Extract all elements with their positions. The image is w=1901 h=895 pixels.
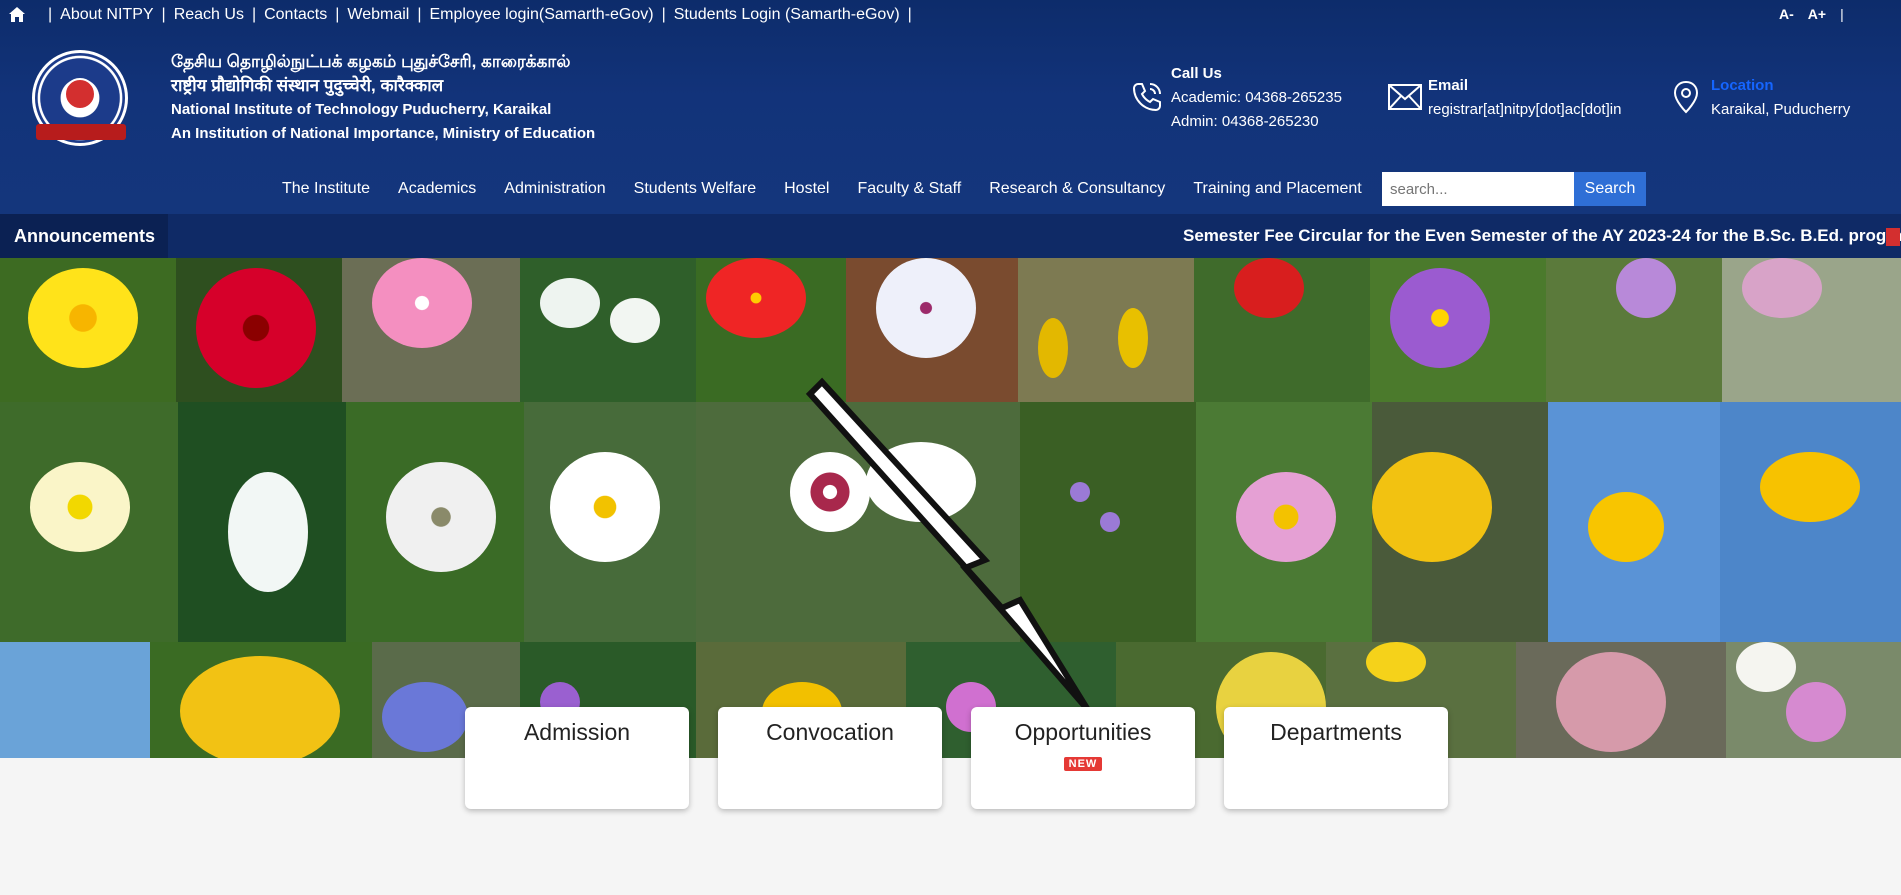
collage-tile [1516, 642, 1726, 758]
link-reach-us[interactable]: Reach Us [174, 6, 244, 24]
nav-faculty-staff[interactable]: Faculty & Staff [857, 180, 961, 198]
collage-tile [342, 258, 520, 402]
collage-tile [1194, 258, 1370, 402]
new-badge: NEW [1063, 757, 1103, 771]
location-pin-icon [1673, 80, 1699, 114]
nav-the-institute[interactable]: The Institute [282, 180, 370, 198]
collage-tile [1196, 402, 1372, 642]
collage-tile [0, 642, 150, 758]
collage-tile [1546, 258, 1722, 402]
institute-name-tamil: தேசிய தொழில்நுட்பக் கழகம் புதுச்சேரி, கா… [171, 52, 571, 71]
opportunities-card-label: Opportunities [1014, 719, 1152, 745]
nav-students-welfare[interactable]: Students Welfare [634, 180, 756, 198]
location-block: Location Karaikal, Puducherry [1711, 74, 1850, 122]
logo-ribbon [36, 124, 126, 140]
site-header: | About NITPY | Reach Us | Contacts | We… [0, 0, 1901, 214]
home-icon[interactable] [8, 6, 26, 23]
admission-card-label: Admission [523, 719, 631, 745]
font-increase-button[interactable]: A+ [1808, 6, 1826, 22]
call-us-title: Call Us [1171, 65, 1222, 82]
search-input[interactable] [1382, 172, 1574, 206]
phone-icon [1132, 83, 1161, 112]
collage-tile [176, 258, 342, 402]
link-contacts[interactable]: Contacts [264, 6, 327, 24]
collage-tile [1372, 402, 1548, 642]
collage-tile [520, 258, 696, 402]
logo-emblem [64, 78, 96, 110]
collage-tile [524, 402, 696, 642]
collage-tile [1548, 402, 1720, 642]
academic-phone[interactable]: Academic: 04368-265235 [1171, 86, 1342, 110]
convocation-card[interactable]: Convocation [718, 707, 942, 809]
collage-tile [0, 402, 178, 642]
email-block: Email registrar[at]nitpy[dot]ac[dot]in [1428, 74, 1621, 122]
convocation-card-label: Convocation [766, 719, 894, 745]
institute-name-hindi: राष्ट्रीय प्रौद्योगिकी संस्थान पुदुच्चेर… [171, 76, 444, 95]
email-icon [1388, 84, 1422, 110]
nav-hostel[interactable]: Hostel [784, 180, 829, 198]
opportunities-card[interactable]: Opportunities NEW [971, 707, 1195, 809]
collage-tile [346, 402, 524, 642]
nav-training-placement[interactable]: Training and Placement [1193, 180, 1361, 198]
link-students-login[interactable]: Students Login (Samarth-eGov) [674, 6, 900, 24]
collage-tile [178, 402, 346, 642]
collage-tile [1370, 258, 1546, 402]
collage-tile [1720, 402, 1901, 642]
top-links: | About NITPY | Reach Us | Contacts | We… [48, 6, 912, 24]
email-address[interactable]: registrar[at]nitpy[dot]ac[dot]in [1428, 98, 1621, 122]
announcement-ticker-text[interactable]: Semester Fee Circular for the Even Semes… [1183, 226, 1901, 246]
collage-tile [1726, 642, 1901, 758]
admin-phone[interactable]: Admin: 04368-265230 [1171, 110, 1342, 134]
institute-name-english: National Institute of Technology Puduche… [171, 101, 552, 118]
announcement-new-badge [1886, 228, 1900, 246]
announcement-bar: Announcements Semester Fee Circular for … [0, 214, 1901, 258]
location-title[interactable]: Location [1711, 74, 1850, 98]
collage-tile [0, 258, 176, 402]
announcements-label: Announcements [0, 214, 168, 258]
nav-research-consultancy[interactable]: Research & Consultancy [989, 180, 1165, 198]
institute-names: தேசிய தொழில்நுட்பக் கழகம் புதுச்சேரி, கா… [171, 50, 595, 146]
link-employee-login[interactable]: Employee login(Samarth-eGov) [430, 6, 654, 24]
collage-tile [1722, 258, 1901, 402]
departments-card[interactable]: Departments [1224, 707, 1448, 809]
annotation-arrow [805, 377, 1091, 712]
nav-academics[interactable]: Academics [398, 180, 476, 198]
email-title: Email [1428, 77, 1469, 94]
collage-tile [150, 642, 372, 758]
institute-tagline: An Institution of National Importance, M… [171, 125, 596, 142]
link-about-nitpy[interactable]: About NITPY [60, 6, 153, 24]
main-navigation: The Institute Academics Administration S… [282, 180, 1362, 198]
nav-administration[interactable]: Administration [504, 180, 605, 198]
location-text: Karaikal, Puducherry [1711, 101, 1851, 118]
call-us-block: Call Us Academic: 04368-265235 Admin: 04… [1171, 62, 1342, 134]
font-decrease-button[interactable]: A- [1779, 6, 1794, 22]
font-size-controls: A- A+ | [1779, 6, 1844, 22]
search-button[interactable]: Search [1574, 172, 1646, 206]
departments-card-label: Departments [1270, 719, 1402, 745]
admission-card[interactable]: Admission [465, 707, 689, 809]
link-webmail[interactable]: Webmail [347, 6, 409, 24]
